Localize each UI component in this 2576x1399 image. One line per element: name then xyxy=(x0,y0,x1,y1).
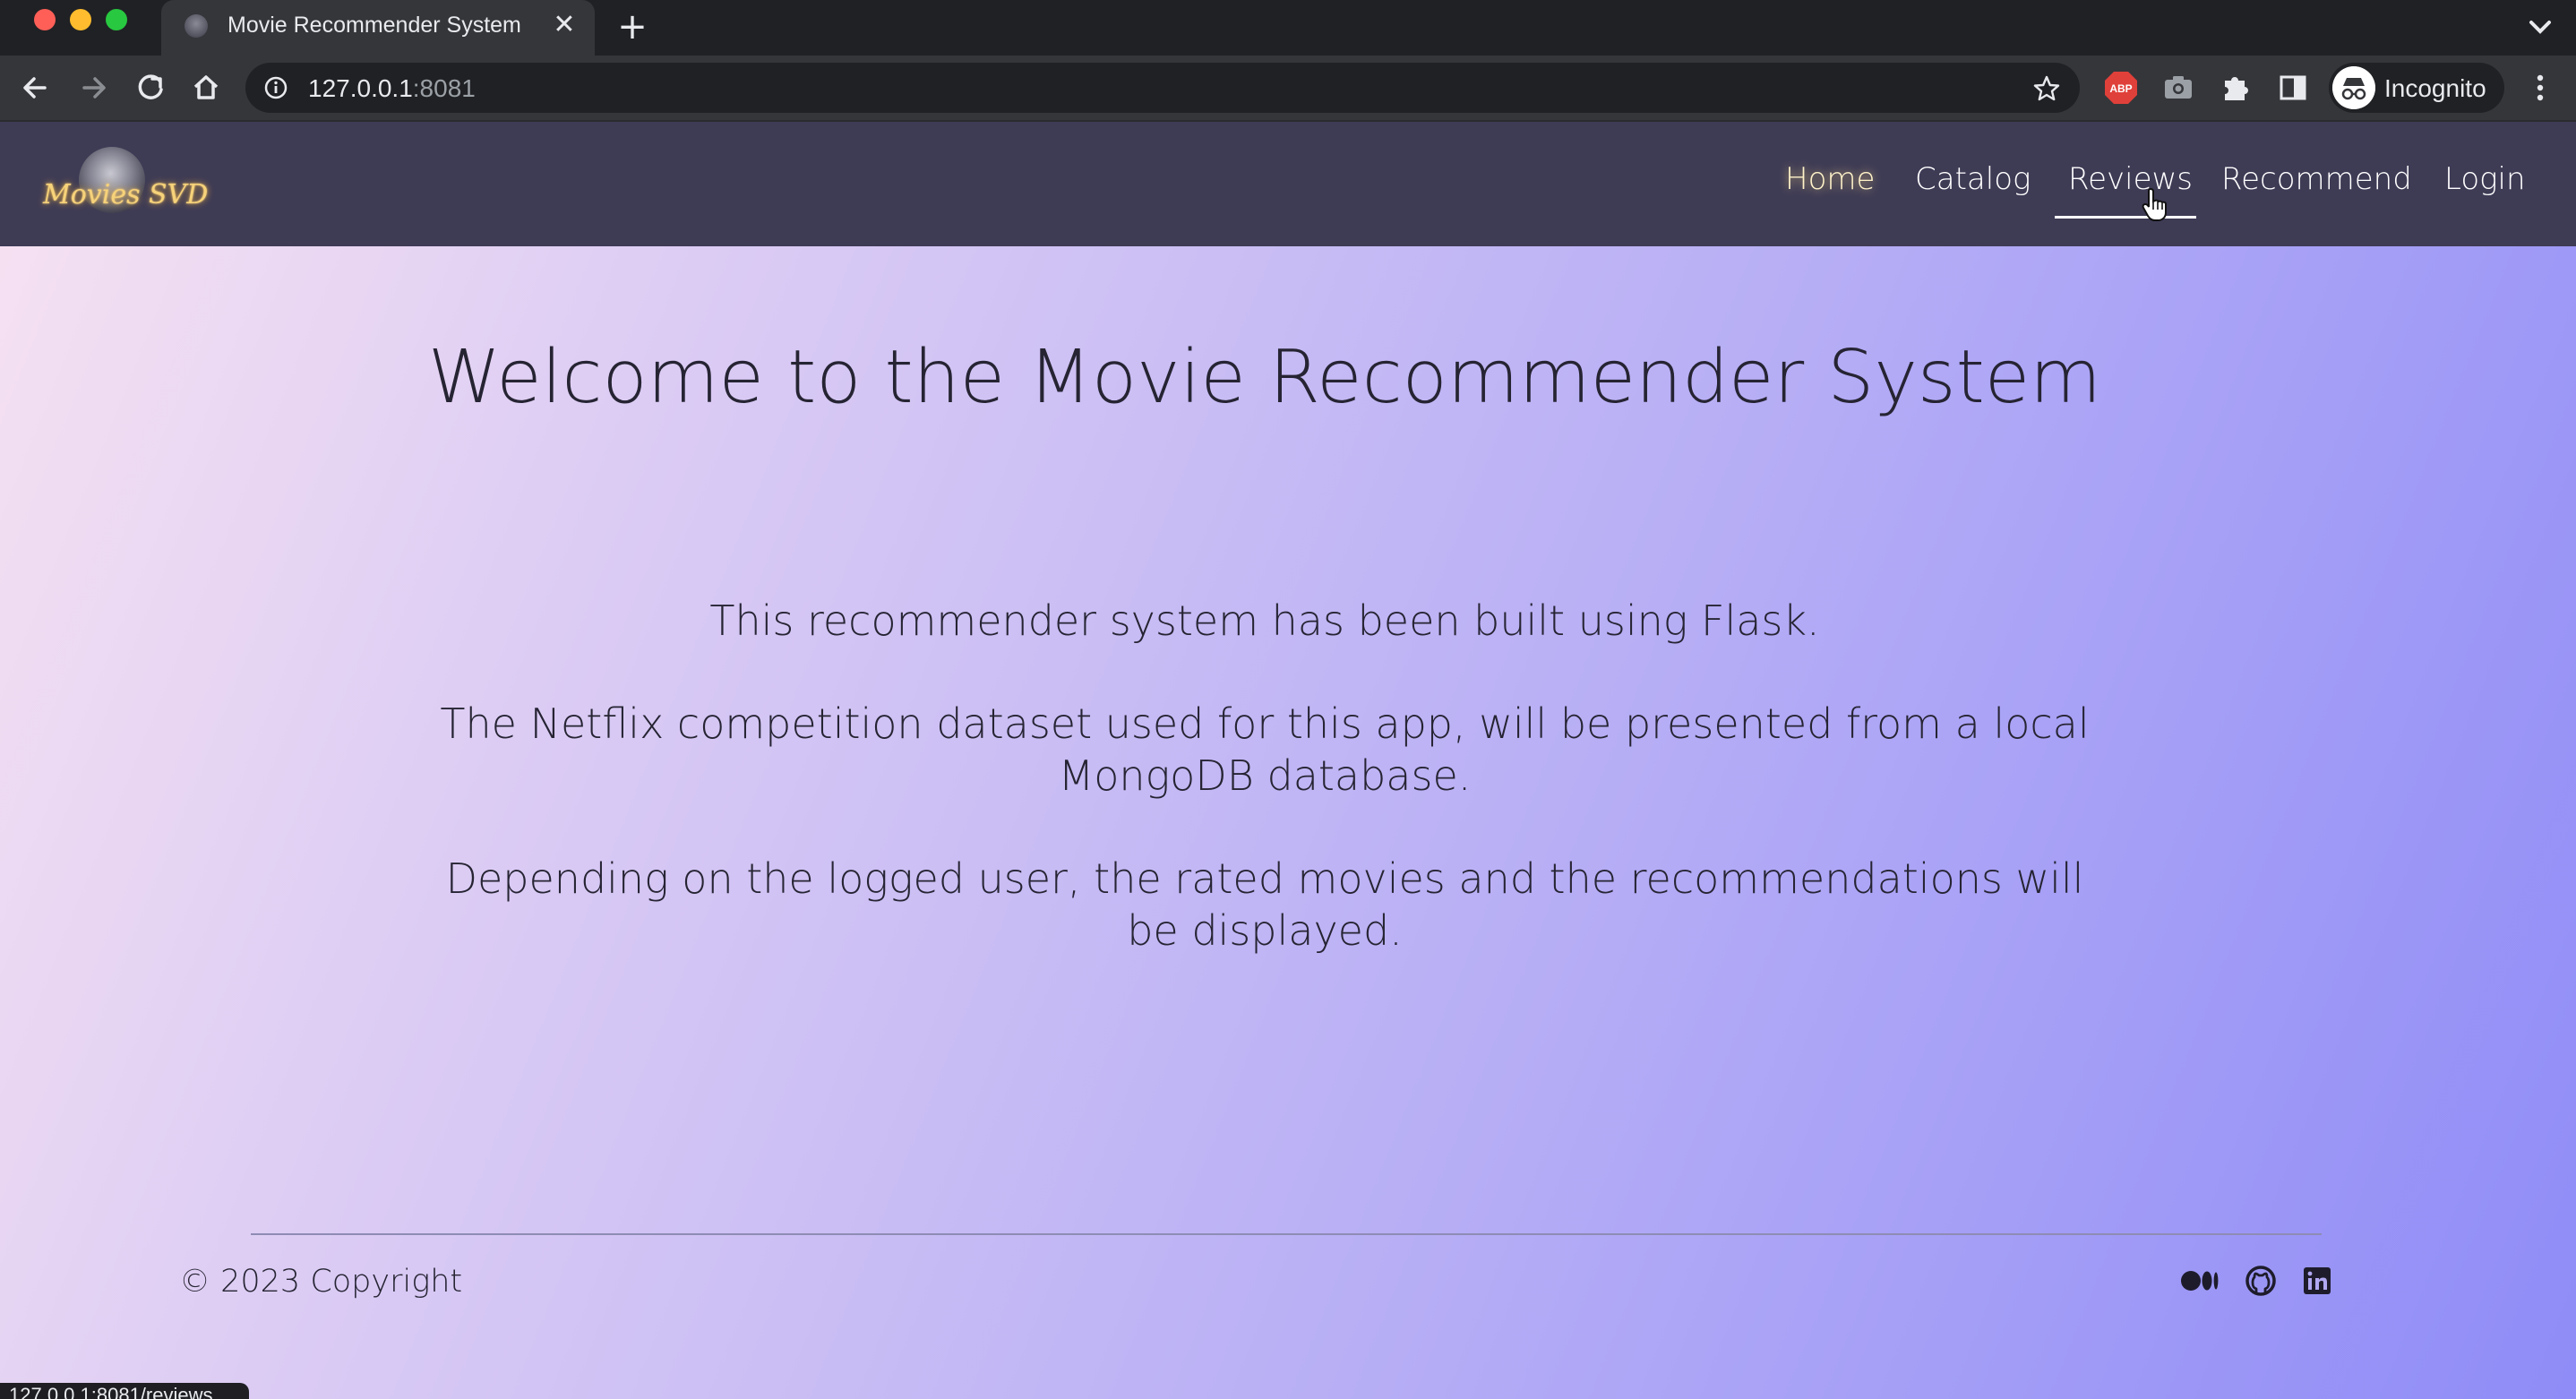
browser-toolbar: 127.0.0.1:8081 ABP Incognito xyxy=(0,56,2576,122)
window-close-button[interactable] xyxy=(34,9,56,30)
incognito-icon xyxy=(2332,66,2375,109)
page-title: Welcome to the Movie Recommender System xyxy=(427,335,2102,420)
site-info-icon[interactable] xyxy=(263,75,288,100)
site-navbar: Movies SVD Home Catalog Reviews Recommen… xyxy=(0,122,2576,246)
side-panel-icon[interactable] xyxy=(2275,70,2311,106)
nav-link-reviews[interactable]: Reviews xyxy=(2068,161,2193,197)
browser-tab-active[interactable]: Movie Recommender System ✕ xyxy=(161,0,595,56)
kebab-menu-icon[interactable] xyxy=(2524,70,2556,106)
tab-title: Movie Recommender System xyxy=(228,13,521,38)
linkedin-icon[interactable] xyxy=(2298,1263,2336,1299)
dataset-paragraph: The Netflix competition dataset used for… xyxy=(440,700,2090,800)
adblock-plus-icon[interactable]: ABP xyxy=(2103,70,2139,106)
link-status-bubble: 127.0.0.1:8081/reviews xyxy=(0,1383,249,1399)
medium-icon[interactable] xyxy=(2180,1263,2221,1299)
address-bar[interactable]: 127.0.0.1:8081 xyxy=(245,63,2080,113)
nav-link-recommend[interactable]: Recommend xyxy=(2221,161,2412,197)
page-viewport: Movies SVD Home Catalog Reviews Recommen… xyxy=(0,122,2576,1399)
tab-search-chevron-icon[interactable] xyxy=(2522,9,2558,45)
footer-divider xyxy=(251,1233,2322,1235)
extensions-puzzle-icon[interactable] xyxy=(2218,70,2254,106)
incognito-profile-button[interactable]: Incognito xyxy=(2329,63,2504,113)
back-arrow-icon[interactable] xyxy=(16,68,56,107)
site-logo[interactable]: Movies SVD xyxy=(39,142,208,231)
incognito-label: Incognito xyxy=(2384,74,2486,102)
url-host: 127.0.0.1 xyxy=(308,74,413,102)
home-icon[interactable] xyxy=(186,68,226,107)
new-tab-icon[interactable]: + xyxy=(613,7,652,47)
window-maximize-button[interactable] xyxy=(106,9,127,30)
nav-link-home[interactable]: Home xyxy=(1785,161,1875,197)
intro-paragraph: This recommender system has been built u… xyxy=(709,597,1820,645)
user-paragraph: Depending on the logged user, the rated … xyxy=(445,854,2084,955)
svg-text:ABP: ABP xyxy=(2109,82,2132,95)
reload-icon[interactable] xyxy=(131,68,170,107)
url-port: :8081 xyxy=(412,74,476,102)
forward-arrow-icon[interactable] xyxy=(73,68,113,107)
nav-link-login[interactable]: Login xyxy=(2444,161,2526,197)
logo-text: Movies SVD xyxy=(43,179,209,210)
hand-pointer-cursor-icon xyxy=(2142,187,2167,221)
nav-link-catalog[interactable]: Catalog xyxy=(1915,161,2031,197)
bookmark-star-icon[interactable] xyxy=(2031,73,2062,104)
nav-hover-underline xyxy=(2055,216,2196,219)
browser-tab-bar: Movie Recommender System ✕ + xyxy=(0,0,2576,56)
tab-favicon-icon xyxy=(185,14,208,38)
tab-close-icon[interactable]: ✕ xyxy=(548,9,580,41)
url-text: 127.0.0.1:8081 xyxy=(308,74,476,103)
footer-copyright: © 2023 Copyright xyxy=(179,1264,463,1300)
window-minimize-button[interactable] xyxy=(70,9,91,30)
camera-icon[interactable] xyxy=(2160,70,2196,106)
github-icon[interactable] xyxy=(2242,1263,2280,1299)
